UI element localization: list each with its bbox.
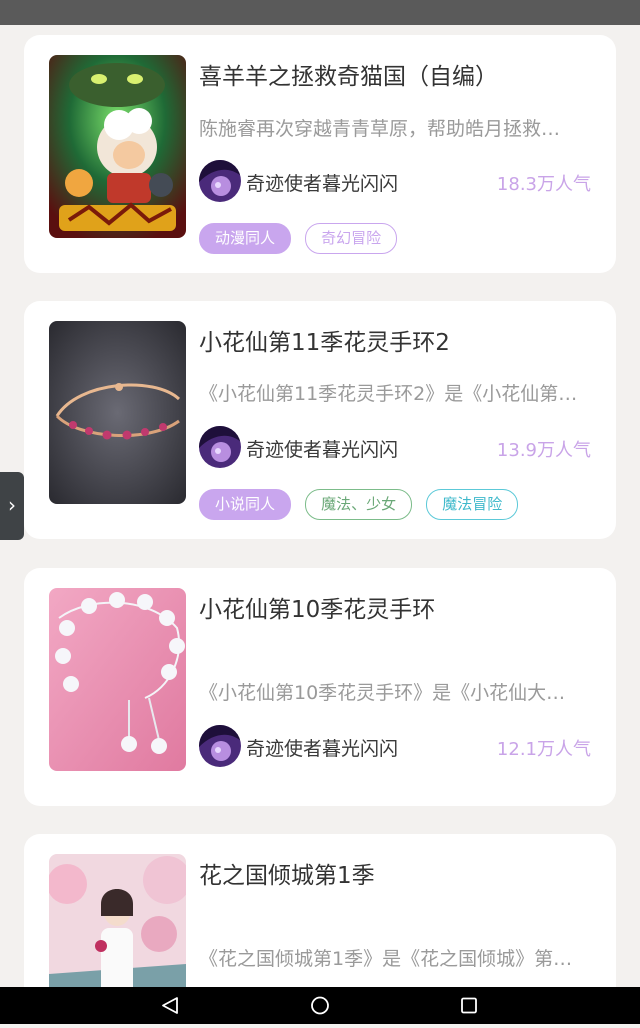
author-name[interactable]: 奇迹使者暮光闪闪 (246, 734, 398, 761)
author-avatar[interactable] (199, 725, 241, 767)
story-cover[interactable] (49, 588, 186, 771)
story-title[interactable]: 喜羊羊之拯救奇猫国（自编） (199, 57, 599, 91)
cover-photo-girl (49, 854, 186, 987)
story-feed[interactable]: 喜羊羊之拯救奇猫国（自编） 陈施睿再次穿越青青草原，帮助皓月拯救… 奇迹使者暮光… (0, 25, 640, 987)
story-description: 《小花仙第11季花灵手环2》是《小花仙第… (199, 383, 578, 405)
author-row[interactable]: 奇迹使者暮光闪闪 18.3万人气 (199, 160, 591, 204)
tag[interactable]: 小说同人 (199, 489, 292, 520)
recents-button[interactable] (439, 987, 499, 1024)
story-description: 《花之国倾城第1季》是《花之国倾城》第… (199, 948, 573, 970)
story-cover[interactable] (49, 55, 186, 238)
story-description: 陈施睿再次穿越青青草原，帮助皓月拯救… (199, 118, 561, 140)
cover-photo-bracelet (49, 588, 186, 771)
tag-list: 小说同人 魔法、少女 魔法冒险 (199, 489, 527, 520)
back-triangle-icon (162, 997, 178, 1014)
status-bar (0, 0, 640, 25)
tag[interactable]: 魔法、少女 (305, 489, 413, 520)
side-drawer-handle[interactable]: › (0, 472, 24, 540)
story-card[interactable]: 花之国倾城第1季 《花之国倾城第1季》是《花之国倾城》第… (24, 834, 616, 987)
cover-art-cartoon (49, 55, 186, 238)
author-name[interactable]: 奇迹使者暮光闪闪 (246, 169, 398, 196)
story-description: 《小花仙第10季花灵手环》是《小花仙大… (199, 682, 566, 704)
home-button[interactable] (290, 987, 350, 1024)
home-circle-icon (311, 996, 329, 1015)
story-title[interactable]: 小花仙第10季花灵手环 (199, 590, 599, 624)
system-navigation-bar (0, 987, 640, 1024)
recents-square-icon (461, 997, 477, 1014)
back-button[interactable] (140, 987, 200, 1024)
author-avatar[interactable] (199, 160, 241, 202)
author-avatar[interactable] (199, 426, 241, 468)
story-cover[interactable] (49, 854, 186, 987)
author-row[interactable]: 奇迹使者暮光闪闪 12.1万人气 (199, 725, 591, 769)
story-title[interactable]: 小花仙第11季花灵手环2 (199, 323, 599, 357)
story-cover[interactable] (49, 321, 186, 504)
popularity-count: 12.1万人气 (496, 739, 591, 760)
chevron-right-icon: › (8, 493, 16, 517)
story-card[interactable]: 喜羊羊之拯救奇猫国（自编） 陈施睿再次穿越青青草原，帮助皓月拯救… 奇迹使者暮光… (24, 35, 616, 273)
tag[interactable]: 动漫同人 (199, 223, 292, 254)
tag[interactable]: 魔法冒险 (426, 489, 519, 520)
story-card[interactable]: 小花仙第11季花灵手环2 《小花仙第11季花灵手环2》是《小花仙第… 奇迹使者暮… (24, 301, 616, 539)
popularity-count: 13.9万人气 (496, 440, 591, 461)
popularity-count: 18.3万人气 (496, 174, 591, 195)
story-title[interactable]: 花之国倾城第1季 (199, 856, 599, 890)
story-card[interactable]: 小花仙第10季花灵手环 《小花仙第10季花灵手环》是《小花仙大… 奇迹使者暮光闪… (24, 568, 616, 806)
tag-list: 动漫同人 奇幻冒险 (199, 223, 406, 254)
author-name[interactable]: 奇迹使者暮光闪闪 (246, 435, 398, 462)
cover-photo-bracelet (49, 321, 186, 504)
tag[interactable]: 奇幻冒险 (305, 223, 398, 254)
author-row[interactable]: 奇迹使者暮光闪闪 13.9万人气 (199, 426, 591, 470)
